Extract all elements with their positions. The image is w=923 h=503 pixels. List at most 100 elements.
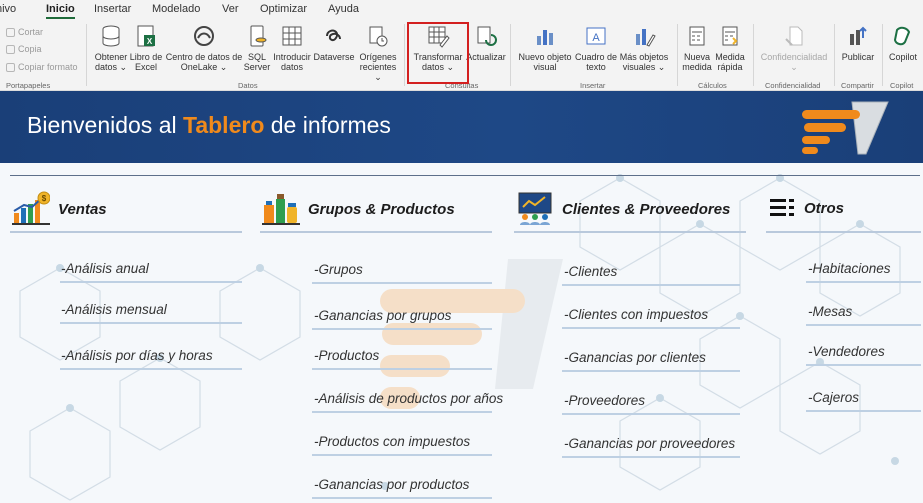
dataverse-icon — [326, 29, 341, 42]
tab-optimizar[interactable]: Optimizar — [260, 3, 307, 15]
link-proveedores[interactable]: -Proveedores — [564, 393, 645, 408]
list-icon — [770, 199, 794, 216]
svg-text:$: $ — [42, 194, 47, 203]
report-canvas: Bienvenidos al Tablero de informes $ Ven… — [0, 91, 923, 503]
svg-text:A: A — [592, 32, 600, 44]
company-logo — [802, 101, 889, 155]
excel-icon: X — [137, 25, 155, 47]
quick-measure-button[interactable]: Medida rápida — [713, 24, 747, 72]
tab-inicio[interactable]: Inicio — [46, 3, 75, 19]
separator — [86, 24, 87, 86]
group-label-insert: Insertar — [580, 81, 606, 90]
link-clientes[interactable]: -Clientes — [564, 264, 617, 279]
link-analisis-productos-anos[interactable]: -Análisis de productos por años — [314, 391, 503, 406]
new-visual-button[interactable]: Nuevo objeto visual — [516, 24, 574, 72]
link-mesas[interactable]: -Mesas — [808, 304, 852, 319]
category-underline — [514, 231, 746, 233]
link-underline — [562, 456, 740, 458]
onelake-icon — [194, 26, 214, 46]
link-grupos[interactable]: -Grupos — [314, 262, 363, 277]
category-underline — [766, 231, 921, 233]
group-label-calculations: Cálculos — [698, 81, 727, 90]
get-data-button[interactable]: Obtener datos ⌄ — [92, 24, 130, 72]
tab-modelado[interactable]: Modelado — [152, 3, 200, 15]
separator — [404, 24, 405, 86]
table-icon — [282, 26, 302, 46]
title-highlight: Tablero — [183, 112, 265, 138]
recent-sources-button[interactable]: Orígenes recientes ⌄ — [355, 24, 401, 82]
sql-server-button[interactable]: SQL Server — [243, 24, 271, 72]
link-underline — [312, 328, 492, 330]
link-productos[interactable]: -Productos — [314, 348, 379, 363]
category-grupos: Grupos & Productos — [262, 191, 455, 227]
onelake-button[interactable]: Centro de datos de OneLake ⌄ — [164, 24, 244, 72]
separator — [834, 24, 835, 86]
publish-button[interactable]: Publicar — [838, 24, 878, 62]
copy-button[interactable]: Copia — [6, 44, 42, 54]
link-ganancias-clientes[interactable]: -Ganancias por clientes — [564, 350, 706, 365]
dataverse-label: Dataverse — [313, 52, 355, 62]
link-underline — [562, 370, 740, 372]
bar-chart-icon — [537, 30, 553, 45]
link-clientes-impuestos[interactable]: -Clientes con impuestos — [564, 307, 708, 322]
sensitivity-button[interactable]: Confidencialidad ⌄ — [758, 24, 830, 72]
group-label-share: Compartir — [841, 81, 874, 90]
group-label-data: Datos — [238, 81, 258, 90]
category-underline — [10, 231, 242, 233]
tab-archivo[interactable]: hivo — [0, 3, 16, 15]
menu-bar: hivo Inicio Insertar Modelado Ver Optimi… — [0, 0, 923, 20]
sql-server-label: SQL Server — [243, 52, 271, 72]
refresh-button[interactable]: Actualizar — [466, 24, 506, 62]
more-visuals-button[interactable]: Más objetos visuales ⌄ — [618, 24, 670, 72]
separator — [510, 24, 511, 86]
link-underline — [60, 368, 242, 370]
textbox-icon: A — [586, 27, 606, 45]
recent-sources-icon — [369, 26, 388, 47]
excel-workbook-button[interactable]: X Libro de Excel — [128, 24, 164, 72]
link-vendedores[interactable]: -Vendedores — [808, 344, 885, 359]
link-ganancias-productos[interactable]: -Ganancias por productos — [314, 477, 469, 492]
link-underline — [312, 497, 492, 499]
link-productos-impuestos[interactable]: -Productos con impuestos — [314, 434, 470, 449]
link-underline — [60, 322, 242, 324]
link-analisis-anual[interactable]: -Análisis anual — [61, 261, 149, 276]
format-painter-button[interactable]: Copiar formato — [6, 62, 78, 72]
link-ganancias-grupos[interactable]: -Ganancias por grupos — [314, 308, 451, 323]
enter-data-label: Introducir datos — [273, 52, 311, 72]
calculator-icon — [689, 26, 705, 46]
database-icon — [102, 25, 120, 47]
separator — [753, 24, 754, 86]
header-divider — [10, 175, 920, 176]
cut-button[interactable]: Cortar — [6, 27, 43, 37]
link-analisis-dias-horas[interactable]: -Análisis por días y horas — [61, 348, 213, 363]
tab-ayuda[interactable]: Ayuda — [328, 3, 359, 15]
textbox-button[interactable]: A Cuadro de texto — [574, 24, 618, 72]
link-cajeros[interactable]: -Cajeros — [808, 390, 859, 405]
tab-insertar[interactable]: Insertar — [94, 3, 131, 15]
selection-highlight — [407, 22, 469, 84]
copy-label: Copia — [18, 44, 42, 54]
copilot-icon — [893, 26, 911, 46]
quick-measure-label: Medida rápida — [715, 52, 745, 72]
link-habitaciones[interactable]: -Habitaciones — [808, 261, 891, 276]
link-underline — [806, 364, 921, 366]
category-title-ventas: Ventas — [58, 200, 107, 218]
tab-ver[interactable]: Ver — [222, 3, 239, 15]
link-ganancias-proveedores[interactable]: -Ganancias por proveedores — [564, 436, 735, 451]
enter-data-button[interactable]: Introducir datos — [272, 24, 312, 72]
publish-icon — [850, 26, 867, 45]
link-underline — [562, 284, 740, 286]
title-prefix: Bienvenidos al — [27, 112, 183, 138]
copilot-button[interactable]: Copilot — [885, 24, 921, 62]
dataverse-button[interactable]: Dataverse — [313, 24, 355, 62]
copy-icon — [6, 44, 15, 54]
link-analisis-mensual[interactable]: -Análisis mensual — [61, 302, 167, 317]
group-label-sensitivity: Confidencialidad — [765, 81, 821, 90]
category-otros: Otros — [768, 195, 844, 221]
more-visuals-icon — [636, 29, 656, 47]
copilot-label: Copilot — [888, 52, 917, 62]
new-measure-button[interactable]: Nueva medida — [681, 24, 713, 72]
sensitivity-label: Confidencialidad ⌄ — [760, 52, 828, 72]
link-underline — [60, 281, 242, 283]
category-ventas: $ Ventas — [12, 191, 107, 227]
